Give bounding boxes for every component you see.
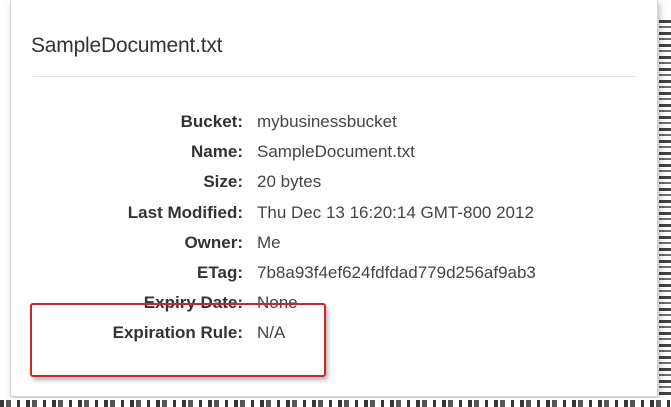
property-label: Last Modified:: [127, 202, 243, 222]
property-label: Owner:: [184, 232, 243, 252]
property-value: 7b8a93f4ef624fdfdad779d256af9ab3: [257, 262, 536, 282]
property-label: Name:: [191, 142, 243, 162]
object-properties-panel: SampleDocument.txt Bucket: mybusinessbuc…: [10, 0, 658, 397]
property-row-expiration-rule: Expiration Rule: N/A: [11, 319, 651, 349]
property-row-expiry-date: Expiry Date: None: [11, 289, 651, 319]
object-title: SampleDocument.txt: [31, 34, 223, 57]
property-row-name: Name: SampleDocument.txt: [11, 138, 651, 168]
properties-list: Bucket: mybusinessbucket Name: SampleDoc…: [11, 108, 651, 350]
property-label: ETag:: [197, 262, 243, 282]
title-divider: [33, 76, 637, 77]
property-value: mybusinessbucket: [257, 112, 397, 131]
property-value: 20 bytes: [257, 172, 322, 192]
property-value: SampleDocument.txt: [257, 142, 415, 162]
property-row-etag: ETag: 7b8a93f4ef624fdfdad779d256af9ab3: [11, 259, 651, 289]
bottom-divider: [0, 398, 671, 400]
property-label: Bucket:: [180, 112, 243, 131]
property-value: None: [257, 293, 298, 313]
property-value: N/A: [257, 323, 286, 343]
screenshot-stage: SampleDocument.txt Bucket: mybusinessbuc…: [0, 0, 671, 407]
background-content-edge: [659, 20, 671, 400]
property-row-owner: Owner: Me: [11, 229, 651, 259]
property-row-bucket: Bucket: mybusinessbucket: [11, 108, 651, 138]
property-value: Thu Dec 13 16:20:14 GMT-800 2012: [257, 202, 534, 222]
property-row-size: Size: 20 bytes: [11, 168, 651, 198]
property-label: Size:: [203, 172, 243, 192]
property-label: Expiry Date:: [143, 293, 243, 313]
property-row-last-modified: Last Modified: Thu Dec 13 16:20:14 GMT-8…: [11, 199, 651, 229]
property-label: Expiration Rule:: [112, 323, 243, 343]
property-value: Me: [257, 232, 281, 252]
